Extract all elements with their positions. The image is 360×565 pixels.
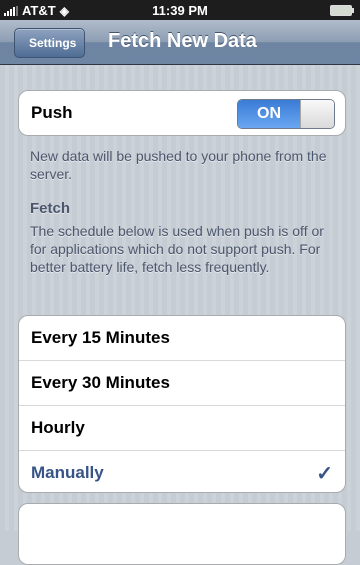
back-button-settings[interactable]: Settings: [14, 28, 86, 58]
fetch-option-every-30-minutes[interactable]: Every 30 Minutes: [19, 361, 345, 406]
push-label: Push: [31, 103, 73, 122]
fetch-option-label: Manually: [31, 463, 104, 482]
status-bar: AT&T ◈ 11:39 PM: [0, 0, 360, 20]
advanced-group[interactable]: [18, 503, 346, 565]
status-time: 11:39 PM: [152, 3, 208, 18]
fetch-description: The schedule below is used when push is …: [30, 223, 324, 275]
fetch-option-label: Every 15 Minutes: [31, 328, 170, 347]
battery-icon: [330, 5, 354, 16]
fetch-option-every-15-minutes[interactable]: Every 15 Minutes: [19, 316, 345, 361]
push-toggle-on-label: ON: [238, 100, 300, 128]
toggle-knob: [300, 100, 334, 128]
fetch-heading: Fetch: [30, 200, 71, 217]
fetch-option-label: Hourly: [31, 418, 85, 437]
fetch-option-hourly[interactable]: Hourly: [19, 406, 345, 451]
navigation-bar: Settings Fetch New Data: [0, 20, 360, 65]
checkmark-icon: ✓: [316, 463, 333, 485]
fetch-option-manually[interactable]: Manually ✓: [19, 451, 345, 492]
fetch-option-label: Every 30 Minutes: [31, 373, 170, 392]
push-toggle[interactable]: ON: [237, 99, 335, 129]
push-description: New data will be pushed to your phone fr…: [30, 148, 327, 182]
push-group: Push ON: [18, 90, 346, 136]
push-row: Push ON: [19, 91, 345, 135]
page-title: Fetch New Data: [108, 30, 257, 52]
fetch-schedule-group: Every 15 Minutes Every 30 Minutes Hourly…: [18, 315, 346, 493]
settings-content: Push ON New data will be pushed to your …: [0, 65, 360, 565]
